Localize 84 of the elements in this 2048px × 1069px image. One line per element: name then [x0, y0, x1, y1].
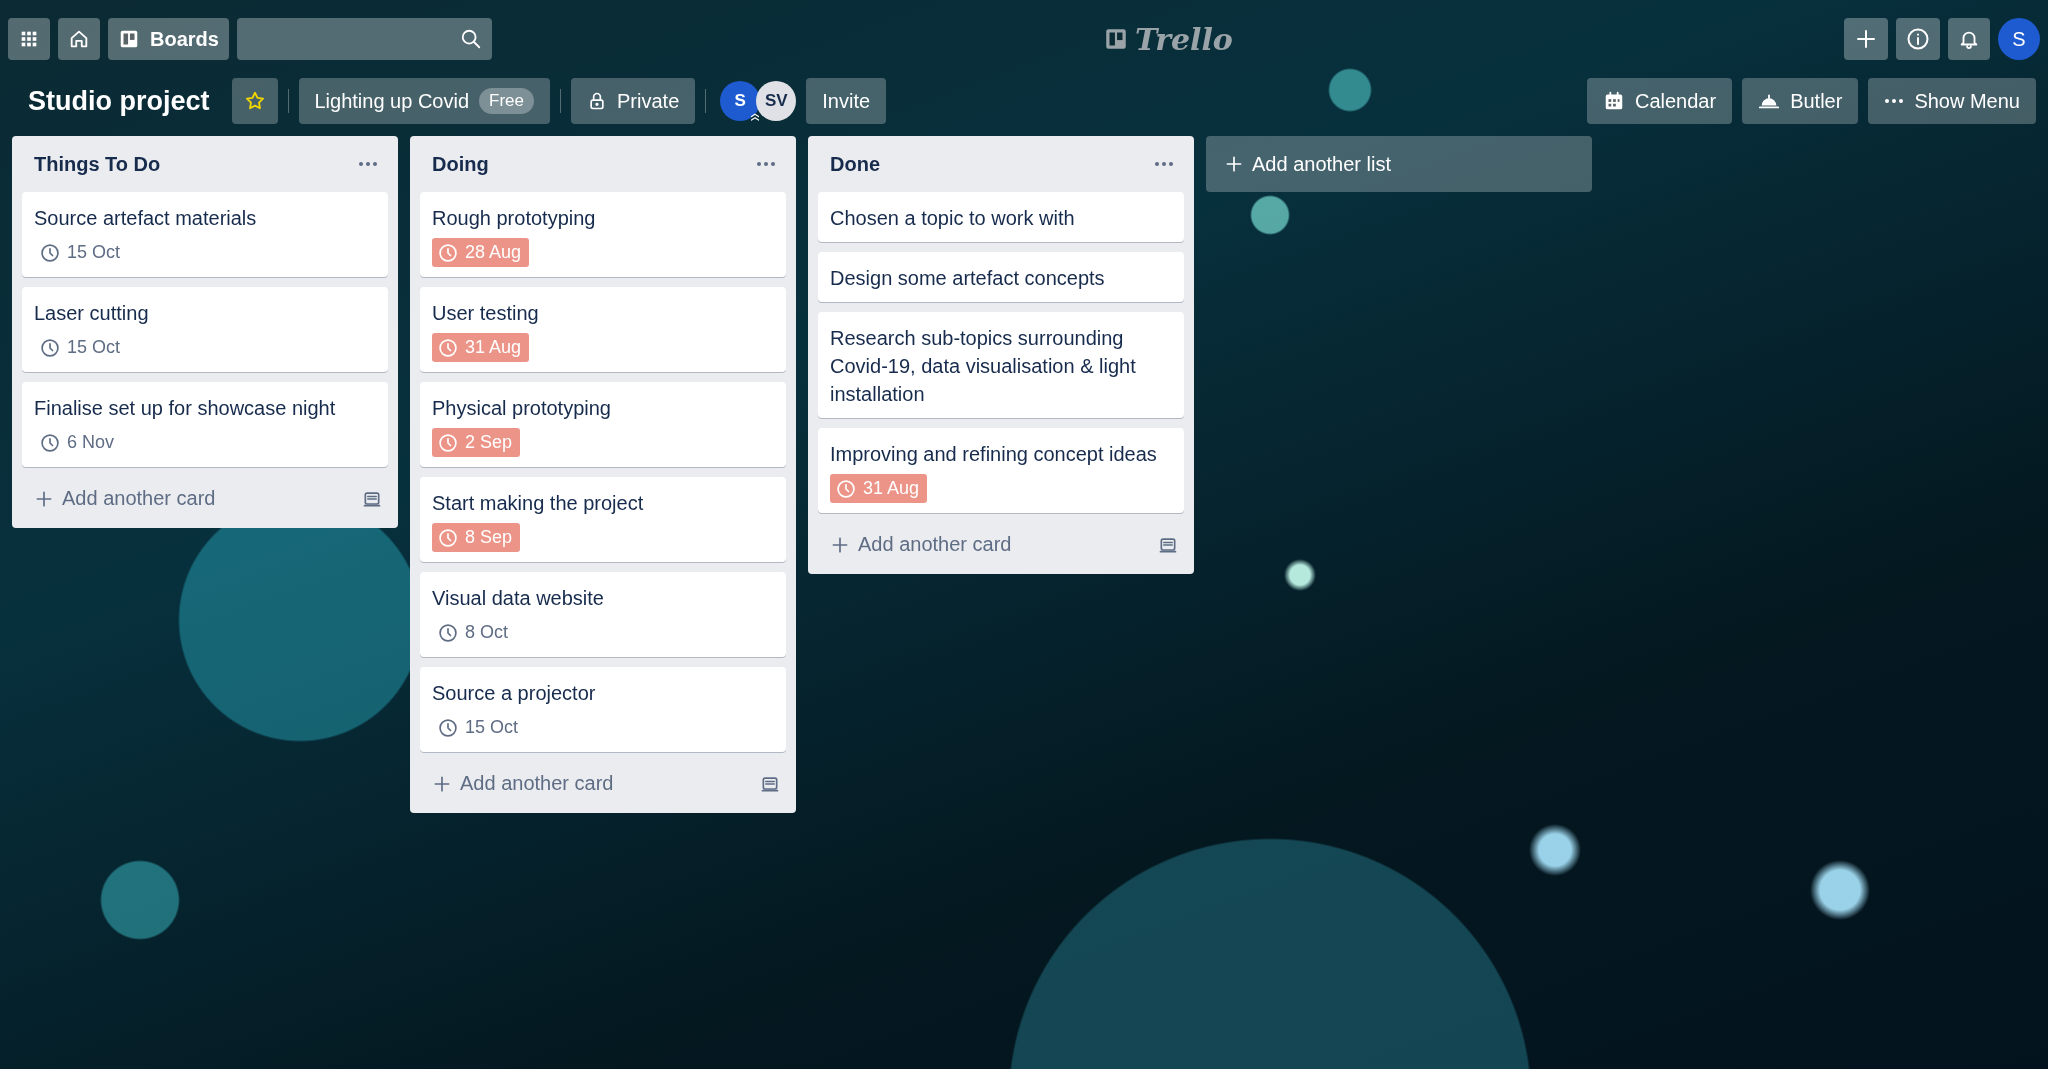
task-card[interactable]: Improving and refining concept ideas 31 Aug: [818, 428, 1184, 513]
task-card[interactable]: Finalise set up for showcase night 6 Nov: [22, 382, 388, 467]
menu-button[interactable]: Show Menu: [1868, 78, 2036, 124]
apps-button[interactable]: [8, 18, 50, 60]
due-date-label: 15 Oct: [34, 333, 129, 362]
create-button[interactable]: [1844, 18, 1888, 60]
plan-badge: Free: [479, 88, 535, 114]
due-date-badge: 28 Aug: [432, 238, 530, 267]
task-card[interactable]: Source a projector 15 Oct: [420, 667, 786, 752]
card-title: Finalise set up for showcase night: [34, 396, 337, 421]
list-title[interactable]: Things To Do: [34, 152, 161, 176]
card-title: Chosen a topic to work with: [830, 206, 1076, 231]
clock-icon: [40, 432, 60, 453]
task-card[interactable]: Rough prototyping 28 Aug: [420, 192, 786, 277]
clock-icon: [438, 432, 458, 453]
card-title: Start making the project: [432, 491, 645, 516]
task-card[interactable]: Physical prototyping 2 Sep: [420, 382, 786, 467]
clock-icon: [438, 717, 458, 738]
more-icon: [1154, 162, 1174, 166]
add-card-button[interactable]: Add another card: [826, 529, 1016, 560]
card-title: Design some artefact concepts: [830, 266, 1106, 291]
due-date-label: 15 Oct: [432, 713, 527, 742]
info-button[interactable]: [1896, 18, 1940, 60]
task-card[interactable]: Visual data website 8 Oct: [420, 572, 786, 657]
due-date-badge: 8 Sep: [432, 523, 521, 552]
boards-button[interactable]: Boards: [108, 18, 229, 60]
task-card[interactable]: Design some artefact concepts: [818, 252, 1184, 302]
card-title: User testing: [432, 301, 540, 326]
butler-button[interactable]: Butler: [1742, 78, 1859, 124]
task-card[interactable]: User testing 31 Aug: [420, 287, 786, 372]
due-date-label: 15 Oct: [34, 238, 129, 267]
clock-icon: [40, 242, 60, 263]
clock-icon: [438, 242, 458, 263]
clock-icon: [836, 478, 856, 499]
card-title: Laser cutting: [34, 301, 150, 326]
logo-text[interactable]: Trello: [1135, 21, 1233, 57]
due-date-badge: 31 Aug: [830, 474, 928, 503]
add-card-button[interactable]: Add another card: [30, 483, 220, 514]
clock-icon: [438, 337, 458, 358]
card-title: Improving and refining concept ideas: [830, 442, 1158, 467]
plus-icon: [1854, 27, 1878, 51]
due-date-badge: 2 Sep: [432, 428, 521, 457]
invite-button[interactable]: Invite: [806, 78, 887, 124]
more-icon: [756, 162, 776, 166]
home-button[interactable]: [58, 18, 100, 60]
due-date-badge: 31 Aug: [432, 333, 530, 362]
task-card[interactable]: Research sub-topics surrounding Covid-19, data visualisation & light installation: [818, 312, 1184, 418]
star-button[interactable]: [231, 78, 278, 124]
add-card-button[interactable]: Add another card: [428, 768, 618, 799]
clock-icon: [40, 337, 60, 358]
card-title: Physical prototyping: [432, 396, 612, 421]
home-icon: [68, 28, 90, 50]
star-icon: [243, 90, 266, 112]
list-title[interactable]: Done: [830, 152, 880, 176]
board-title[interactable]: Studio project: [28, 85, 210, 117]
board-icon: [118, 28, 140, 50]
due-date-label: 6 Nov: [34, 428, 123, 457]
member-avatar[interactable]: S: [720, 81, 761, 121]
notifications-button[interactable]: [1948, 18, 1990, 60]
task-card[interactable]: Laser cutting 15 Oct: [22, 287, 388, 372]
task-card[interactable]: Source artefact materials 15 Oct: [22, 192, 388, 277]
calendar-button[interactable]: Calendar: [1586, 78, 1733, 124]
clock-icon: [438, 527, 458, 548]
card-title: Source artefact materials: [34, 206, 258, 231]
search-field[interactable]: [236, 18, 492, 60]
user-avatar[interactable]: S: [1998, 18, 2040, 60]
info-icon: [1906, 27, 1930, 51]
card-title: Visual data website: [432, 586, 605, 611]
visibility-button[interactable]: Private: [571, 78, 696, 124]
card-title: Source a projector: [432, 681, 597, 706]
member-avatar[interactable]: SV: [756, 81, 797, 121]
plus-icon: [1224, 154, 1244, 174]
more-icon: [1884, 99, 1905, 103]
task-card[interactable]: Start making the project 8 Sep: [420, 477, 786, 562]
card-title: Rough prototyping: [432, 206, 597, 231]
card-title: Research sub-topics surrounding Covid-19, data visualisation & light installation: [830, 326, 1137, 407]
clock-icon: [438, 622, 458, 643]
search-icon: [459, 28, 482, 50]
task-card[interactable]: Chosen a topic to work with: [818, 192, 1184, 242]
add-list-button[interactable]: Add another list: [1206, 136, 1592, 192]
list-title[interactable]: Doing: [432, 152, 489, 176]
more-icon: [358, 162, 378, 166]
due-date-label: 8 Oct: [432, 618, 516, 647]
workspace-button[interactable]: Lighting up Covid Free: [298, 78, 551, 124]
